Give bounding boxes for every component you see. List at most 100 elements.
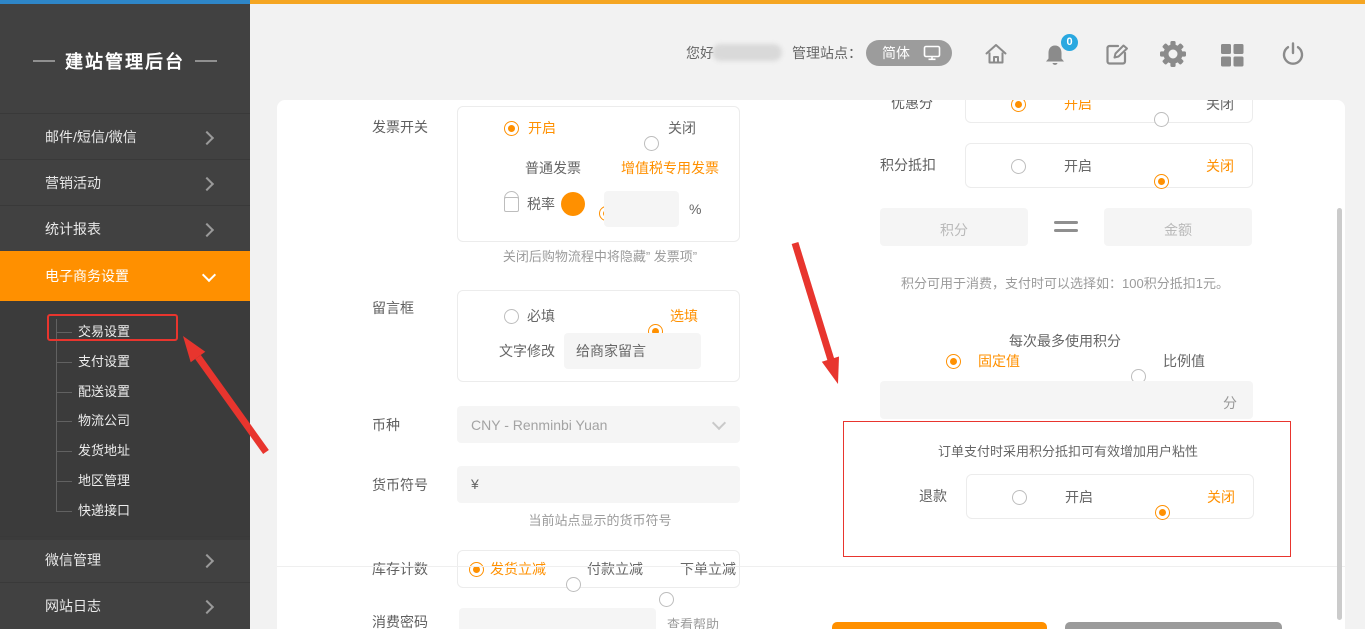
- vat-invoice-label: 增值税专用发票: [621, 161, 719, 176]
- amount-placeholder: 金额: [1104, 220, 1252, 240]
- badge-count: 0: [1061, 34, 1078, 51]
- radio-refund-off[interactable]: [1155, 505, 1170, 520]
- normal-invoice-label: 普通发票: [525, 161, 581, 176]
- refund-options-box: 开启 关闭: [966, 474, 1254, 519]
- radio-clipped-on[interactable]: [1011, 100, 1026, 112]
- points-input[interactable]: 积分: [880, 208, 1028, 246]
- radio-clipped-off[interactable]: [1154, 112, 1169, 127]
- sidebar-item-statistics[interactable]: 统计报表: [0, 205, 250, 251]
- manage-site-label: 管理站点：: [792, 46, 862, 61]
- message-text-input[interactable]: 给商家留言: [564, 333, 701, 369]
- language-label: 简体: [882, 46, 910, 60]
- pay-password-input[interactable]: [459, 608, 656, 629]
- sidebar-title-row: 建站管理后台: [0, 48, 250, 74]
- sidebar-item-label: 邮件/短信/微信: [45, 129, 137, 145]
- invoice-off-label: 关闭: [668, 121, 696, 136]
- tax-rate-input[interactable]: [604, 191, 679, 227]
- clipped-row-label: 优惠分: [891, 100, 933, 111]
- amount-input[interactable]: 金额: [1104, 208, 1252, 246]
- percent-sign: %: [689, 202, 701, 217]
- currency-symbol-input[interactable]: ¥: [457, 466, 740, 503]
- points-unit-suffix: 分: [1223, 393, 1237, 413]
- message-required-label: 必填: [527, 309, 555, 324]
- greeting-text: 您好: [686, 46, 714, 61]
- annotation-box-refund: 订单支付时采用积分抵扣可有效增加用户粘性 退款 开启 关闭: [843, 421, 1291, 557]
- radio-deduct-off[interactable]: [1154, 174, 1169, 189]
- radio-fixed-value[interactable]: [946, 354, 961, 369]
- radio-stock-pay[interactable]: [566, 577, 581, 592]
- sidebar-item-logistics-company[interactable]: 物流公司: [78, 412, 130, 430]
- refund-off-label: 关闭: [1207, 490, 1235, 505]
- sidebar-item-region-management[interactable]: 地区管理: [78, 472, 130, 490]
- submenu-tree-line: [56, 319, 57, 512]
- invoice-switch-label: 发票开关: [372, 120, 428, 135]
- sidebar-item-label: 统计报表: [45, 221, 101, 237]
- text-edit-label: 文字修改: [499, 344, 555, 359]
- clipped-off-label: 关闭: [1206, 100, 1234, 112]
- help-question-icon[interactable]: [561, 192, 585, 216]
- select-chevron-down-icon: [712, 416, 726, 430]
- message-optional-label: 选填: [670, 309, 698, 324]
- invoice-help-text: 关闭后购物流程中将隐藏” 发票项”: [455, 249, 745, 265]
- tax-rate-label: 税率: [527, 197, 555, 212]
- title-dash-left: [33, 60, 55, 62]
- edit-icon[interactable]: [1103, 40, 1131, 68]
- stock-count-label: 库存计数: [372, 562, 428, 577]
- chevron-right-icon: [200, 600, 214, 614]
- sidebar-item-express-interface[interactable]: 快递接口: [78, 502, 130, 520]
- currency-label: 币种: [372, 418, 400, 433]
- sidebar-item-marketing[interactable]: 营销活动: [0, 159, 250, 205]
- gear-icon[interactable]: [1159, 40, 1187, 68]
- view-help-link[interactable]: 查看帮助: [667, 617, 719, 629]
- radio-invoice-off[interactable]: [644, 136, 659, 151]
- sidebar-item-shipping-address[interactable]: 发货地址: [78, 442, 130, 460]
- radio-deduct-on[interactable]: [1011, 159, 1026, 174]
- annotation-box-trade-settings: [47, 314, 178, 341]
- currency-symbol-value: ¥: [471, 477, 479, 492]
- stock-options-box: 发货立减 付款立减 下单立减: [457, 550, 740, 588]
- radio-refund-on[interactable]: [1012, 490, 1027, 505]
- stock-ship-label: 发货立减: [490, 562, 546, 577]
- sidebar-item-mail-sms-wechat[interactable]: 邮件/短信/微信: [0, 113, 250, 159]
- power-icon[interactable]: [1279, 40, 1307, 68]
- chevron-right-icon: [200, 177, 214, 191]
- stock-pay-label: 付款立减: [587, 562, 643, 577]
- cancel-button[interactable]: [1065, 622, 1282, 629]
- max-points-input[interactable]: 分: [880, 381, 1253, 419]
- sidebar-item-label: 网站日志: [45, 598, 101, 614]
- radio-message-required[interactable]: [504, 309, 519, 324]
- card-divider: [277, 566, 1345, 567]
- home-icon[interactable]: [982, 40, 1010, 68]
- message-box-label: 留言框: [372, 301, 414, 316]
- topbar-orange-strip: [250, 0, 1365, 4]
- currency-select[interactable]: CNY - Renminbi Yuan: [457, 406, 740, 443]
- save-button[interactable]: [832, 622, 1047, 629]
- grid-apps-icon[interactable]: [1218, 41, 1246, 69]
- equals-icon: [1054, 229, 1078, 232]
- title-dash-right: [195, 60, 217, 62]
- clipped-on-label: 开启: [1064, 100, 1092, 112]
- redacted-username: [712, 44, 782, 61]
- tax-rate-checkbox[interactable]: [504, 197, 519, 212]
- vertical-scrollbar[interactable]: [1337, 208, 1342, 620]
- sidebar-item-ecommerce-settings[interactable]: 电子商务设置: [0, 251, 250, 301]
- refund-label: 退款: [919, 489, 947, 504]
- sidebar-item-label: 微信管理: [45, 552, 101, 568]
- ratio-value-label: 比例值: [1163, 354, 1205, 369]
- deduct-on-label: 开启: [1064, 159, 1092, 174]
- radio-stock-ship[interactable]: [469, 562, 484, 577]
- refund-on-label: 开启: [1065, 490, 1093, 505]
- chevron-right-icon: [200, 554, 214, 568]
- language-pill[interactable]: 简体: [866, 40, 952, 66]
- sidebar-item-wechat-management[interactable]: 微信管理: [0, 536, 250, 582]
- sidebar-item-label: 电子商务设置: [45, 268, 129, 284]
- radio-stock-order[interactable]: [659, 592, 674, 607]
- refund-note: 订单支付时采用积分抵扣可有效增加用户粘性: [854, 441, 1282, 460]
- equals-icon: [1054, 221, 1078, 224]
- sidebar-item-site-logs[interactable]: 网站日志: [0, 582, 250, 628]
- radio-invoice-on[interactable]: [504, 121, 519, 136]
- page-title: 建站管理后台: [65, 48, 185, 74]
- sidebar-item-delivery-settings[interactable]: 配送设置: [78, 383, 130, 401]
- sidebar-item-payment-settings[interactable]: 支付设置: [78, 353, 130, 371]
- content-card: 发票开关 开启 关闭 普通发票 增值税专用发票 税率 % 关闭后购物流程中将隐藏…: [277, 100, 1345, 629]
